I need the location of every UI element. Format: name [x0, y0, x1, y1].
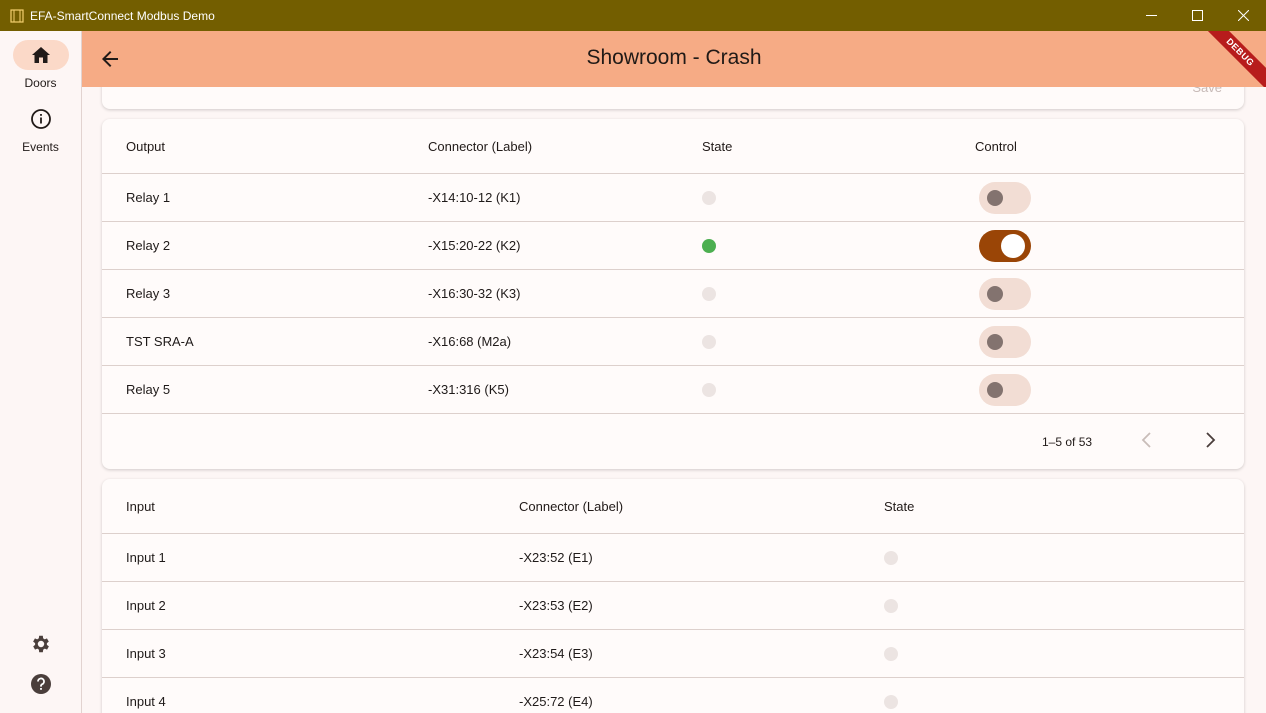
app-bar: Showroom - Crash DEBUG: [82, 31, 1266, 87]
home-icon: [31, 47, 50, 63]
relay-toggle[interactable]: [979, 277, 1031, 310]
settings-card: Save: [102, 87, 1244, 109]
input-name: Input 1: [126, 550, 166, 565]
column-header[interactable]: State: [884, 479, 914, 533]
table-header: Output Connector (Label) State Control: [102, 119, 1244, 174]
navigation-rail: Doors Events: [0, 31, 82, 713]
input-connector: -X23:53 (E2): [519, 598, 593, 613]
window-titlebar: EFA-SmartConnect Modbus Demo: [0, 0, 1266, 31]
output-name: Relay 3: [126, 286, 171, 301]
outputs-table: Output Connector (Label) State Control R…: [102, 119, 1244, 469]
toggle-thumb: [1001, 233, 1025, 258]
output-connector: -X15:20-22 (K2): [428, 238, 521, 253]
output-connector: -X16:68 (M2a): [428, 334, 512, 349]
input-connector: -X23:54 (E3): [519, 646, 593, 661]
rail-indicator: [12, 40, 69, 70]
input-connector: -X25:72 (E4): [519, 694, 593, 709]
save-button[interactable]: Save: [1192, 87, 1222, 95]
state-indicator: [884, 598, 898, 613]
column-header[interactable]: Connector (Label): [519, 479, 623, 533]
rail-label-doors: Doors: [24, 76, 57, 90]
info-icon: [30, 109, 51, 129]
close-icon: [1237, 10, 1249, 21]
column-header[interactable]: Connector (Label): [428, 119, 532, 173]
table-row: Input 4 -X25:72 (E4): [102, 678, 1244, 713]
close-window-button[interactable]: [1220, 0, 1266, 31]
input-name: Input 2: [126, 598, 166, 613]
table-row: Relay 1 -X14:10-12 (K1): [102, 174, 1244, 222]
table-row: Relay 2 -X15:20-22 (K2): [102, 222, 1244, 270]
chevron-left-icon[interactable]: [1140, 430, 1154, 450]
app-icon: [10, 8, 24, 23]
input-name: Input 4: [126, 694, 166, 709]
rail-item-doors[interactable]: Doors: [0, 40, 81, 90]
column-header[interactable]: State: [702, 119, 732, 173]
toggle-thumb: [987, 189, 1003, 206]
rail-label-events: Events: [22, 140, 59, 154]
rail-item-events[interactable]: Events: [0, 104, 81, 154]
table-row: Input 1 -X23:52 (E1): [102, 534, 1244, 582]
inputs-table: Input Connector (Label) State Input 1 -X…: [102, 479, 1244, 713]
column-header[interactable]: Control: [975, 119, 1017, 173]
table-row: Input 3 -X23:54 (E3): [102, 630, 1244, 678]
relay-toggle[interactable]: [979, 325, 1031, 358]
state-indicator: [702, 334, 716, 349]
toggle-thumb: [987, 285, 1003, 302]
state-indicator: [884, 550, 898, 565]
page-title: Showroom - Crash: [586, 46, 762, 69]
toggle-thumb: [987, 333, 1003, 350]
table-header: Input Connector (Label) State: [102, 479, 1244, 534]
table-row: Input 2 -X23:53 (E2): [102, 582, 1244, 630]
input-name: Input 3: [126, 646, 166, 661]
maximize-icon: [1191, 10, 1203, 21]
minimize-icon: [1145, 15, 1157, 16]
output-name: Relay 2: [126, 238, 171, 253]
help-button[interactable]: [28, 671, 54, 697]
window-title: EFA-SmartConnect Modbus Demo: [30, 8, 215, 23]
column-header[interactable]: Input: [126, 479, 155, 533]
toggle-thumb: [987, 381, 1003, 398]
state-indicator: [702, 190, 716, 205]
minimize-button[interactable]: [1128, 0, 1174, 31]
settings-button[interactable]: [28, 631, 54, 657]
relay-toggle[interactable]: [979, 229, 1031, 262]
relay-toggle[interactable]: [979, 181, 1031, 214]
table-row: Relay 3 -X16:30-32 (K3): [102, 270, 1244, 318]
output-name: Relay 5: [126, 382, 171, 397]
output-connector: -X14:10-12 (K1): [428, 190, 521, 205]
output-connector: -X31:316 (K5): [428, 382, 509, 397]
pagination-range: 1–5 of 53: [1042, 435, 1093, 449]
relay-toggle[interactable]: [979, 373, 1031, 406]
content-area: Save Output Connector (Label) State Cont…: [82, 87, 1266, 713]
state-indicator: [702, 238, 716, 253]
table-row: TST SRA-A -X16:68 (M2a): [102, 318, 1244, 366]
state-indicator: [884, 694, 898, 709]
chevron-right-icon[interactable]: [1203, 430, 1217, 450]
table-row: Relay 5 -X31:316 (K5): [102, 366, 1244, 414]
settings-icon: [33, 635, 49, 653]
output-name: TST SRA-A: [126, 334, 194, 349]
column-header[interactable]: Output: [126, 119, 165, 173]
output-name: Relay 1: [126, 190, 171, 205]
maximize-button[interactable]: [1174, 0, 1220, 31]
rail-icon-container: [13, 104, 69, 134]
state-indicator: [702, 286, 716, 301]
state-indicator: [702, 382, 716, 397]
output-connector: -X16:30-32 (K3): [428, 286, 521, 301]
state-indicator: [884, 646, 898, 661]
pagination: 1–5 of 53: [102, 414, 1244, 469]
help-icon: [31, 674, 51, 694]
input-connector: -X23:52 (E1): [519, 550, 593, 565]
